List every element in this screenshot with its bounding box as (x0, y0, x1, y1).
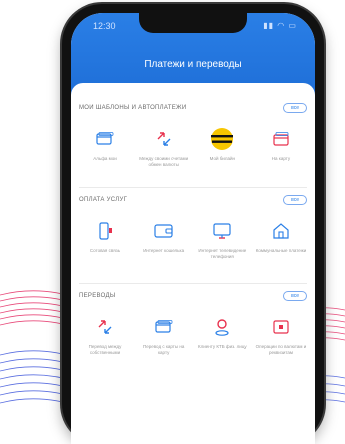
card-icon (269, 127, 293, 151)
monitor-icon (210, 219, 234, 243)
transfer-own[interactable]: Перевод между собственными (79, 315, 131, 356)
item-label: Клиенту КТБ физ. лицу (197, 344, 247, 349)
service-utilities[interactable]: Коммунальные платежи (255, 219, 307, 260)
service-wallet[interactable]: Интернет кошелька (138, 219, 190, 260)
item-label: Перевод между собственными (88, 344, 122, 355)
item-label: Альфа мои (93, 156, 117, 161)
card-icon (93, 127, 117, 151)
divider (79, 283, 307, 284)
section-title: ОПЛАТА УСЛУГ (79, 197, 128, 203)
section-transfers: ПЕРЕВОДЫ все Перевод между собственными (79, 289, 307, 356)
all-button[interactable]: все (283, 195, 307, 205)
wallet-icon (152, 219, 176, 243)
section-services: ОПЛАТА УСЛУГ все Сотовая связь Интернет … (79, 193, 307, 260)
service-internet[interactable]: Интернет телевидение телефония (196, 219, 248, 260)
phone-frame: 12:30 ▮▮ ◠ ▭ Платежи и переводы МОИ ШАБЛ… (62, 4, 324, 444)
transfer-client[interactable]: Клиенту КТБ физ. лицу (196, 315, 248, 356)
section-title: ПЕРЕВОДЫ (79, 293, 116, 299)
template-exchange[interactable]: Между своими счетами обмен валюты (138, 127, 190, 168)
transfer-arrows-icon (152, 127, 176, 151)
divider (79, 187, 307, 188)
transfer-arrows-icon (93, 315, 117, 339)
item-label: Сотовая связь (89, 248, 121, 253)
section-title: МОИ ШАБЛОНЫ И АВТОПЛАТЕЖИ (79, 105, 187, 111)
item-label: На карту (271, 156, 291, 161)
item-label: Интернет телевидение телефония (198, 248, 247, 259)
item-label: Мой билайн (209, 156, 235, 161)
document-icon (269, 315, 293, 339)
item-label: Перевод с карты на карту (142, 344, 185, 355)
template-to-card[interactable]: На карту (255, 127, 307, 168)
main-content: МОИ ШАБЛОНЫ И АВТОПЛАТЕЖИ все Альфа мои (71, 83, 315, 444)
page-title: Платежи и переводы (144, 59, 242, 70)
phone-notch (139, 13, 247, 33)
template-beeline[interactable]: Мой билайн (196, 127, 248, 168)
all-button[interactable]: все (283, 291, 307, 301)
item-label: Между своими счетами обмен валюты (139, 156, 189, 167)
transfer-card-to-card[interactable]: Перевод с карты на карту (138, 315, 190, 356)
template-alfa[interactable]: Альфа мои (79, 127, 131, 168)
phone-screen: 12:30 ▮▮ ◠ ▭ Платежи и переводы МОИ ШАБЛ… (71, 13, 315, 444)
transfer-requisites[interactable]: Операции по валютам и реквизитам (255, 315, 307, 356)
house-icon (269, 219, 293, 243)
service-mobile[interactable]: Сотовая связь (79, 219, 131, 260)
section-templates: МОИ ШАБЛОНЫ И АВТОПЛАТЕЖИ все Альфа мои (79, 101, 307, 168)
status-icons: ▮▮ ◠ ▭ (263, 21, 297, 30)
item-label: Коммунальные платежи (255, 248, 307, 253)
item-label: Операции по валютам и реквизитам (255, 344, 307, 355)
location-pin-icon (210, 315, 234, 339)
status-time: 12:30 (93, 21, 116, 31)
card-icon (152, 315, 176, 339)
all-button[interactable]: все (283, 103, 307, 113)
item-label: Интернет кошелька (143, 248, 185, 253)
mobile-phone-icon (93, 219, 117, 243)
beeline-logo-icon (210, 127, 234, 151)
